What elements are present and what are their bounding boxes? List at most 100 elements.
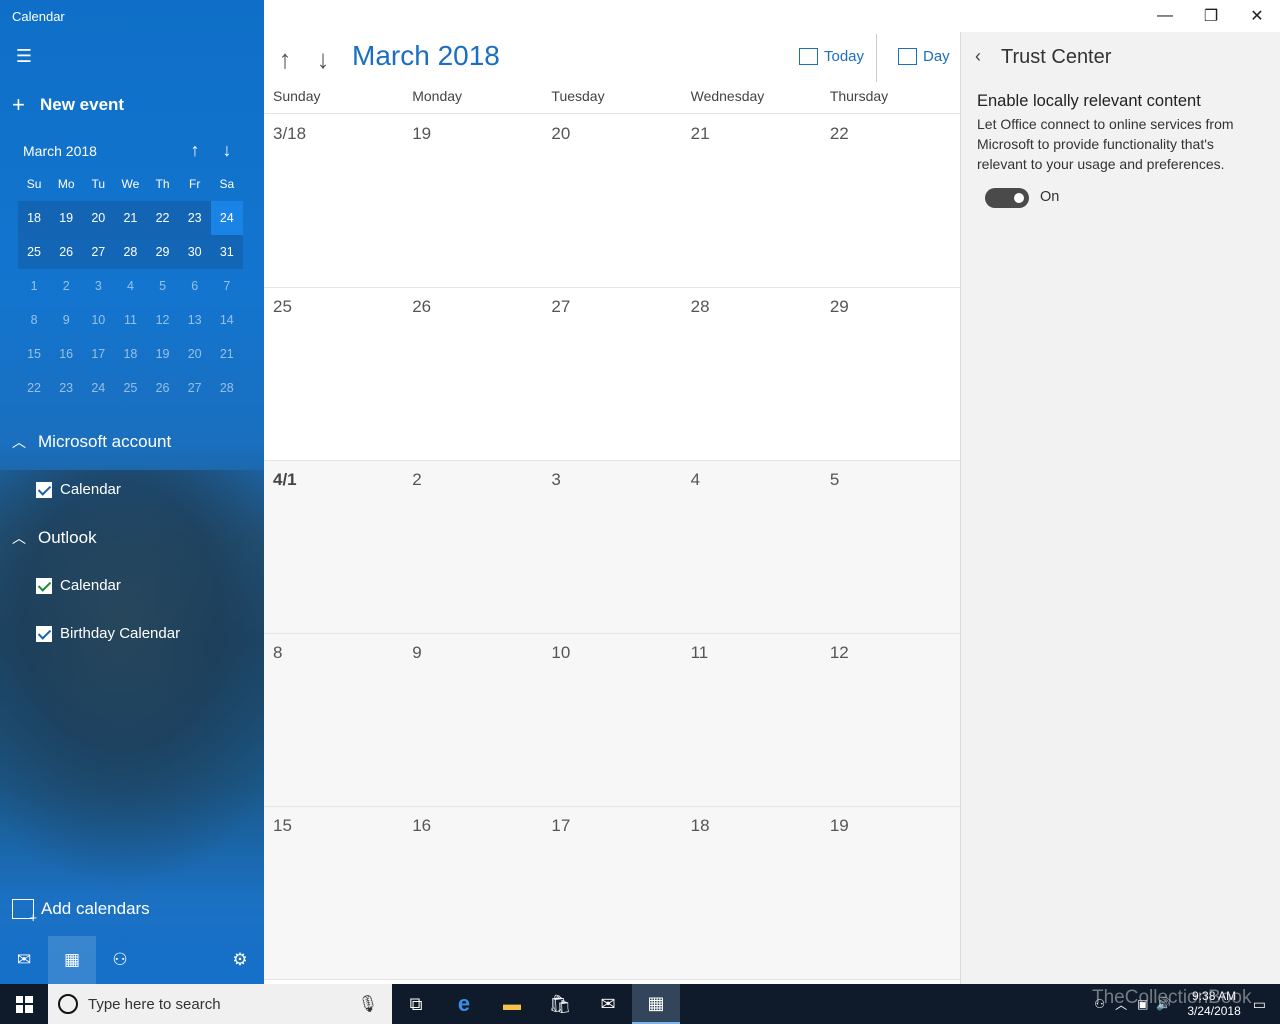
mini-day-cell[interactable]: 28 [114,235,146,269]
mini-day-cell[interactable]: 29 [147,235,179,269]
day-cell[interactable]: 26 [403,288,542,460]
mini-day-cell[interactable]: 26 [147,371,179,405]
mini-day-cell[interactable]: 18 [18,201,50,235]
mini-day-cell[interactable]: 2 [50,269,82,303]
mini-day-cell[interactable]: 18 [114,337,146,371]
close-icon[interactable]: ✕ [1234,0,1280,32]
day-cell[interactable]: 21 [682,115,821,287]
checkbox[interactable] [36,481,52,498]
mini-day-cell[interactable]: 26 [50,235,82,269]
checkbox[interactable] [36,577,52,594]
mini-day-cell[interactable]: 4 [114,269,146,303]
minimize-icon[interactable]: — [1142,0,1188,32]
restore-icon[interactable]: ❐ [1188,0,1234,32]
day-cell[interactable]: 27 [542,288,681,460]
mini-day-cell[interactable]: 24 [210,201,243,235]
mini-day-cell[interactable]: 12 [147,303,179,337]
day-cell[interactable]: 17 [542,807,681,979]
hamburger-menu-icon[interactable]: ☰ [12,44,36,68]
account-microsoft[interactable]: ︿ Microsoft account [12,432,171,452]
mail-app-icon[interactable]: ✉ [584,984,632,1024]
mini-day-cell[interactable]: 28 [211,371,243,405]
mini-day-cell[interactable]: 9 [50,303,82,337]
day-cell[interactable]: 20 [542,115,681,287]
back-chevron-icon[interactable]: ‹ [975,46,981,67]
day-cell[interactable]: 3/18 [264,115,403,287]
mini-day-cell[interactable]: 8 [18,303,50,337]
mini-day-cell[interactable]: 31 [211,235,243,269]
task-view-icon[interactable]: ⧉ [392,984,440,1024]
day-cell[interactable]: 3 [542,461,681,633]
mini-day-cell[interactable]: 30 [179,235,211,269]
mini-day-cell[interactable]: 13 [179,303,211,337]
checkbox[interactable] [36,625,52,642]
next-arrow-icon[interactable]: ↓ [308,44,338,75]
settings-gear-icon[interactable]: ⚙ [216,936,264,984]
day-cell[interactable]: 12 [821,634,960,806]
day-cell[interactable]: 15 [264,807,403,979]
day-cell[interactable]: 5 [821,461,960,633]
file-explorer-icon[interactable]: ▬ [488,984,536,1024]
mini-day-cell[interactable]: 7 [211,269,243,303]
mini-prev-arrow-icon[interactable]: ↑ [184,140,206,161]
day-cell[interactable]: 8 [264,634,403,806]
day-cell[interactable]: 11 [682,634,821,806]
calendar-item-outlook-calendar[interactable]: Calendar [36,577,121,594]
today-button[interactable]: Today [799,48,864,65]
mini-day-cell[interactable]: 1 [18,269,50,303]
mini-day-cell[interactable]: 22 [18,371,50,405]
mail-icon[interactable]: ✉ [0,936,48,984]
day-cell[interactable]: 19 [403,115,542,287]
mini-calendar-month[interactable]: March 2018 [23,143,97,159]
day-cell[interactable]: 28 [682,288,821,460]
mini-day-cell[interactable]: 21 [211,337,243,371]
mini-day-cell[interactable]: 23 [179,201,211,235]
mini-next-arrow-icon[interactable]: ↓ [216,140,238,161]
calendar-icon[interactable]: ▦ [48,936,96,984]
mini-day-cell[interactable]: 20 [82,201,114,235]
locally-relevant-content-toggle[interactable] [985,188,1029,208]
people-icon[interactable]: ⚇ [96,936,144,984]
mini-day-cell[interactable]: 20 [179,337,211,371]
day-cell[interactable]: 4 [682,461,821,633]
action-center-icon[interactable]: ▭ [1253,996,1266,1013]
day-view-button[interactable]: Day [898,48,950,65]
microphone-icon[interactable]: 🎙 [358,994,378,1014]
mini-day-cell[interactable]: 3 [82,269,114,303]
mini-day-cell[interactable]: 11 [114,303,146,337]
mini-day-cell[interactable]: 25 [114,371,146,405]
taskbar-search-box[interactable]: Type here to search 🎙 [48,984,392,1024]
previous-arrow-icon[interactable]: ↑ [270,44,300,75]
mini-day-cell[interactable]: 25 [18,235,50,269]
mini-day-cell[interactable]: 23 [50,371,82,405]
calendar-item-birthday-calendar[interactable]: Birthday Calendar [36,625,180,642]
day-cell[interactable]: 25 [264,288,403,460]
account-outlook[interactable]: ︿ Outlook [12,528,97,548]
mini-day-cell[interactable]: 27 [179,371,211,405]
store-icon[interactable]: 🛍 [536,984,584,1024]
start-button[interactable] [0,984,48,1024]
mini-day-cell[interactable]: 22 [147,201,179,235]
mini-day-cell[interactable]: 6 [179,269,211,303]
mini-day-cell[interactable]: 21 [114,201,146,235]
mini-day-cell[interactable]: 10 [82,303,114,337]
calendar-app-icon[interactable]: ▦ [632,984,680,1024]
mini-day-cell[interactable]: 19 [50,201,82,235]
day-cell[interactable]: 16 [403,807,542,979]
day-cell[interactable]: 2 [403,461,542,633]
day-cell[interactable]: 18 [682,807,821,979]
add-calendars-button[interactable]: Add calendars [12,899,150,925]
day-cell[interactable]: 10 [542,634,681,806]
mini-day-cell[interactable]: 14 [211,303,243,337]
mini-day-cell[interactable]: 15 [18,337,50,371]
mini-day-cell[interactable]: 24 [82,371,114,405]
calendar-item-microsoft-calendar[interactable]: Calendar [36,481,121,498]
new-event-button[interactable]: + New event [12,92,124,118]
mini-day-cell[interactable]: 5 [147,269,179,303]
day-cell[interactable]: 4/1 [264,461,403,633]
mini-day-cell[interactable]: 27 [82,235,114,269]
day-cell[interactable]: 9 [403,634,542,806]
mini-day-cell[interactable]: 17 [82,337,114,371]
edge-browser-icon[interactable]: e [440,984,488,1024]
day-cell[interactable]: 22 [821,115,960,287]
